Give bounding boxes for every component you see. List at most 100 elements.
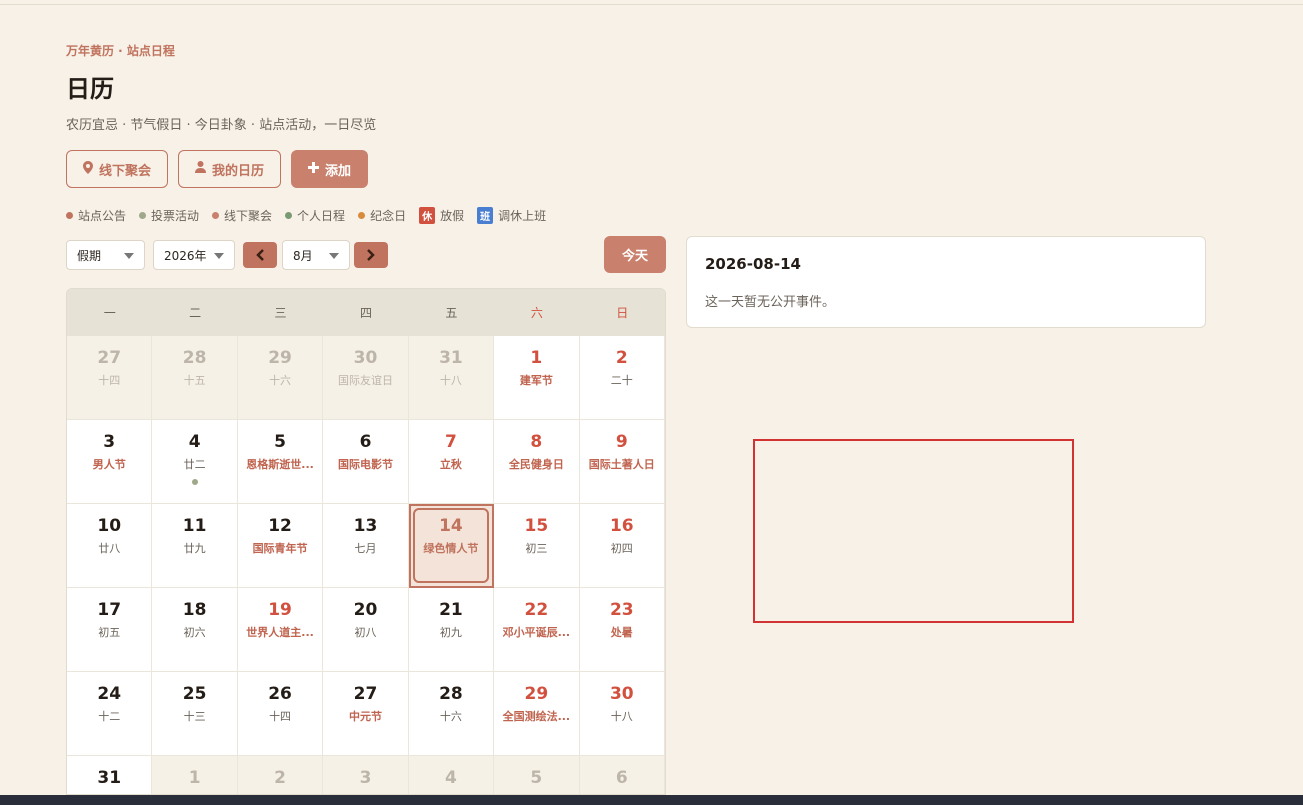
day-lunar-label: 国际土著人日 [588,458,655,471]
day-number: 29 [268,348,292,368]
workday-tag: 班 [477,207,494,224]
day-number: 28 [182,348,207,368]
calendar-day[interactable]: 29 全国测绘法... [494,672,580,756]
calendar-day[interactable]: 17 初五 [67,588,153,672]
calendar-day[interactable]: 3 [323,756,409,794]
calendar-day[interactable]: 23 处暑 [579,588,665,672]
calendar-day[interactable]: 19 世界人道主... [237,588,324,672]
calendar-day[interactable]: 12 国际青年节 [237,504,324,588]
calendar-day[interactable]: 4 廿二 [152,420,238,504]
chevron-down-icon [214,253,224,259]
day-number: 5 [274,432,286,452]
day-number: 2 [274,768,286,788]
calendar-day[interactable]: 28 十六 [408,672,495,756]
day-lunar-label: 二十 [610,374,633,387]
calendar-day[interactable]: 9 国际土著人日 [579,420,665,504]
calendar-day[interactable]: 8 全民健身日 [494,420,580,504]
calendar-day[interactable]: 20 初八 [323,588,409,672]
top-divider [0,4,1303,5]
calendar-day[interactable]: 4 [408,756,495,794]
calendar-day[interactable]: 30 十八 [579,672,665,756]
day-number: 21 [439,600,463,620]
calendar-day[interactable]: 6 [579,756,665,794]
calendar-day[interactable]: 5 恩格斯逝世... [237,420,324,504]
day-lunar-label: 十二 [98,710,121,723]
calendar-day[interactable]: 31 十八 [408,336,495,420]
day-lunar-label: 邓小平诞辰... [502,626,571,639]
calendar-day[interactable]: 26 十四 [237,672,324,756]
calendar-day[interactable]: 5 [494,756,580,794]
calendar-day[interactable]: 22 邓小平诞辰... [494,588,580,672]
day-number: 30 [353,348,378,368]
day-lunar-label: 世界人道主... [246,626,314,639]
calendar-day[interactable]: 10 廿八 [67,504,153,588]
page-subtitle: 农历宜忌 · 节气假日 · 今日卦象 · 站点活动，一日尽览 [66,118,377,133]
weekday-header: 一二三四五六日 [67,289,665,336]
calendar-day[interactable]: 21 初九 [408,588,495,672]
day-number: 22 [524,600,549,620]
day-lunar-label: 初三 [525,542,548,555]
day-number: 27 [97,348,122,368]
calendar-day[interactable]: 31 [67,756,153,794]
day-lunar-label: 十五 [183,374,206,387]
legend-dot [66,212,73,219]
my-calendar-label: 我的日历 [212,163,265,179]
my-calendar-button[interactable]: 我的日历 [178,150,282,188]
day-number: 30 [609,684,634,704]
calendar-day[interactable]: 15 初三 [494,504,580,588]
calendar-day[interactable]: 1 [152,756,238,794]
calendar-day[interactable]: 27 中元节 [323,672,409,756]
calendar-day[interactable]: 13 七月 [323,504,409,588]
calendar-day[interactable]: 11 廿九 [152,504,238,588]
page-kicker: 万年黄历 · 站点日程 [66,44,175,58]
chevron-down-icon [124,253,134,259]
calendar-day[interactable]: 7 立秋 [408,420,495,504]
day-lunar-label: 十六 [269,374,292,387]
calendar-day[interactable]: 2 二十 [579,336,665,420]
weekday-label: 二 [189,306,202,320]
calendar-day[interactable]: 6 国际电影节 [323,420,409,504]
add-button[interactable]: 添加 [291,150,369,188]
chevron-right-icon [367,249,375,261]
mode-select-value: 假期 [77,248,102,263]
month-select[interactable]: 8月 [282,240,350,270]
add-label: 添加 [325,163,352,179]
calendar-day[interactable]: 24 十二 [67,672,153,756]
user-icon [195,161,207,177]
page-title: 日历 [66,75,114,103]
calendar-day[interactable]: 3 男人节 [67,420,153,504]
calendar-day[interactable]: 28 十五 [152,336,238,420]
day-lunar-label: 初四 [610,542,633,555]
calendar-day[interactable]: 27 十四 [67,336,153,420]
calendar-day[interactable]: 1 建军节 [494,336,580,420]
detail-message: 这一天暂无公开事件。 [705,295,836,310]
day-number: 31 [97,768,122,788]
today-button[interactable]: 今天 [604,236,666,273]
calendar-day[interactable]: 29 十六 [237,336,324,420]
holiday-label: 放假 [440,209,465,223]
day-number: 25 [182,684,207,704]
next-month-button[interactable] [354,242,388,268]
calendar-day[interactable]: 25 十三 [152,672,238,756]
calendar-day[interactable]: 30 国际友谊日 [323,336,409,420]
chevron-down-icon [329,253,339,259]
offline-meetup-button[interactable]: 线下聚会 [66,150,169,188]
mode-select[interactable]: 假期 [66,240,145,270]
prev-month-button[interactable] [243,242,277,268]
calendar-day[interactable]: 2 [237,756,324,794]
event-dot [191,479,198,485]
day-lunar-label: 十四 [98,374,121,387]
day-number: 8 [530,432,543,452]
calendar-day[interactable]: 14 绿色情人节 [408,504,495,588]
legend-dot [139,212,147,219]
day-number: 9 [615,432,628,452]
calendar-day[interactable]: 18 初六 [152,588,238,672]
day-number: 1 [188,768,201,788]
day-number: 5 [530,768,543,788]
holiday-tag: 休 [419,207,436,224]
day-lunar-label: 中元节 [348,710,382,723]
year-select[interactable]: 2026年 [153,240,235,270]
weekday-label: 五 [445,306,458,320]
legend-label: 纪念日 [370,209,407,223]
calendar-day[interactable]: 16 初四 [579,504,665,588]
